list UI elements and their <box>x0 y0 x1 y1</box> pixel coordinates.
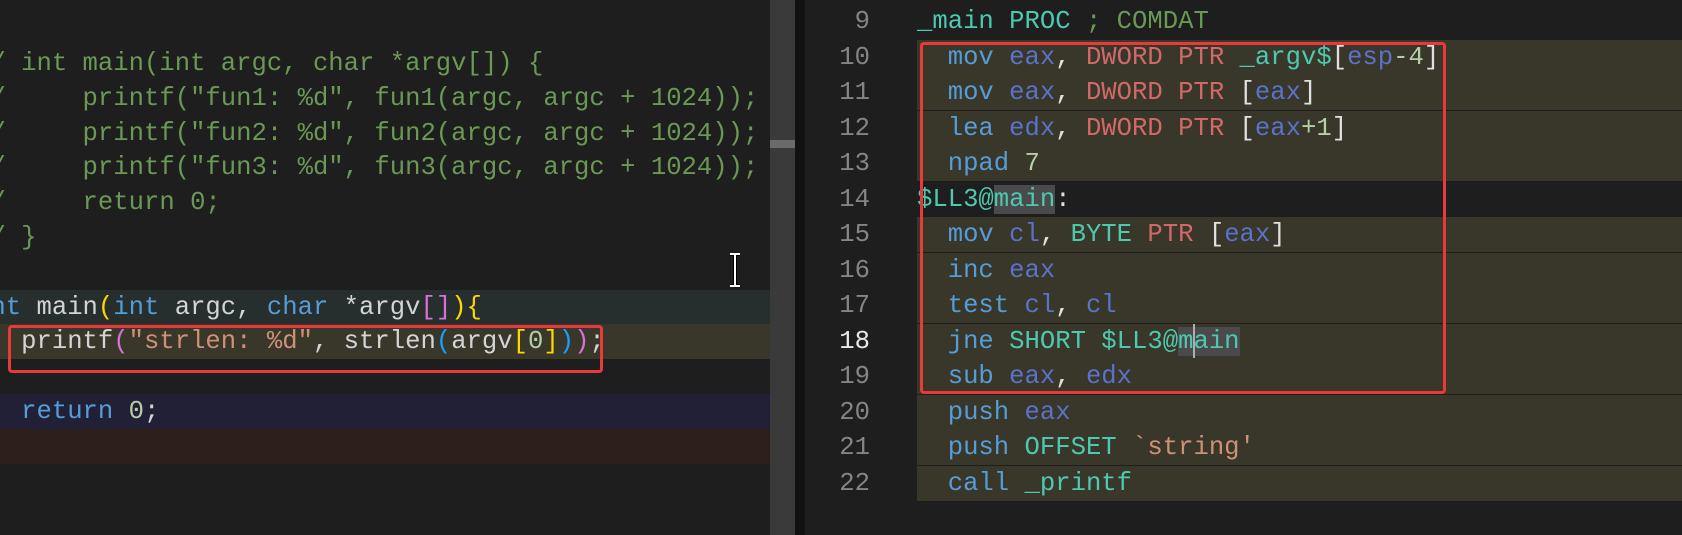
code-token: / printf("fun3: %d", fun3(argc, argc + 1… <box>0 153 759 183</box>
source-editor-pane[interactable]: / int main(int argc, char *argv[]) { / pr… <box>0 0 770 535</box>
code-text: nt main(int argc, char *argv[]){ <box>0 290 482 325</box>
code-token: _main PROC <box>917 7 1071 36</box>
pane-divider[interactable] <box>795 0 805 535</box>
code-text: push eax <box>917 395 1071 430</box>
highlight-box-source <box>8 325 603 373</box>
code-text: / } <box>0 220 36 255</box>
line-number: 11 <box>839 78 870 107</box>
highlight-box-assembly <box>920 42 1446 394</box>
code-token: ) <box>451 292 467 322</box>
line-number: 13 <box>839 149 870 178</box>
line-number: 19 <box>839 362 870 391</box>
code-token: [] <box>420 292 452 322</box>
line-number: 12 <box>839 113 870 143</box>
code-token: ( <box>97 292 114 322</box>
code-token: / printf("fun1: %d", fun1(argc, argc + 1… <box>0 83 759 113</box>
line-number: 16 <box>839 255 870 285</box>
code-text: / printf("fun1: %d", fun1(argc, argc + 1… <box>0 81 758 116</box>
code-line[interactable] <box>0 255 770 290</box>
code-text: _main PROC ; COMDAT <box>917 4 1209 39</box>
scrollbar-thumb[interactable] <box>770 140 795 148</box>
code-token: return <box>0 397 114 426</box>
code-text: return 0; <box>0 394 159 429</box>
code-token: OFFSET <box>1009 433 1117 462</box>
code-text: call _printf <box>917 466 1132 501</box>
code-token: push <box>917 433 1010 462</box>
line-number: 17 <box>839 291 870 320</box>
code-token: argc, <box>159 292 267 322</box>
code-token: { <box>466 292 482 322</box>
line-number: 10 <box>839 42 870 72</box>
code-token: / printf("fun2: %d", fun2(argc, argc + 1… <box>0 118 759 148</box>
code-line[interactable] <box>0 220 770 255</box>
line-number: 9 <box>854 7 870 36</box>
line-number: 22 <box>839 468 870 498</box>
code-token: char <box>266 292 329 322</box>
line-number: 15 <box>839 220 870 249</box>
text-cursor-icon <box>730 253 740 287</box>
line-number: 21 <box>839 433 870 462</box>
code-line[interactable] <box>0 464 770 499</box>
code-token: main <box>21 292 98 322</box>
code-text: / printf("fun2: %d", fun2(argc, argc + 1… <box>0 116 758 151</box>
code-token: `string' <box>1116 433 1255 462</box>
code-text: push OFFSET `string' <box>917 430 1255 465</box>
code-token: ; COMDAT <box>1070 7 1209 36</box>
code-token: push <box>917 397 1010 427</box>
code-token: 0 <box>128 397 144 426</box>
code-token: ; <box>144 397 160 426</box>
code-token: / return 0; <box>0 188 221 218</box>
code-token: _printf <box>1009 468 1133 498</box>
code-token: eax <box>1009 397 1071 427</box>
line-number: 20 <box>839 397 870 427</box>
line-number: 14 <box>839 184 870 214</box>
line-number: 18 <box>839 326 870 356</box>
source-editor-scrollbar[interactable] <box>770 0 795 535</box>
code-token: nt <box>0 292 22 322</box>
code-text: / int main(int argc, char *argv[]) { <box>0 46 543 81</box>
code-line[interactable] <box>0 428 770 464</box>
code-token: call <box>917 468 1010 498</box>
code-text: / printf("fun3: %d", fun3(argc, argc + 1… <box>0 150 758 185</box>
code-token: int <box>113 292 160 322</box>
code-token: / } <box>0 223 37 252</box>
code-text: / return 0; <box>0 185 221 220</box>
code-token: *argv <box>328 292 421 322</box>
code-token: / int main(int argc, char *argv[]) { <box>0 49 544 78</box>
